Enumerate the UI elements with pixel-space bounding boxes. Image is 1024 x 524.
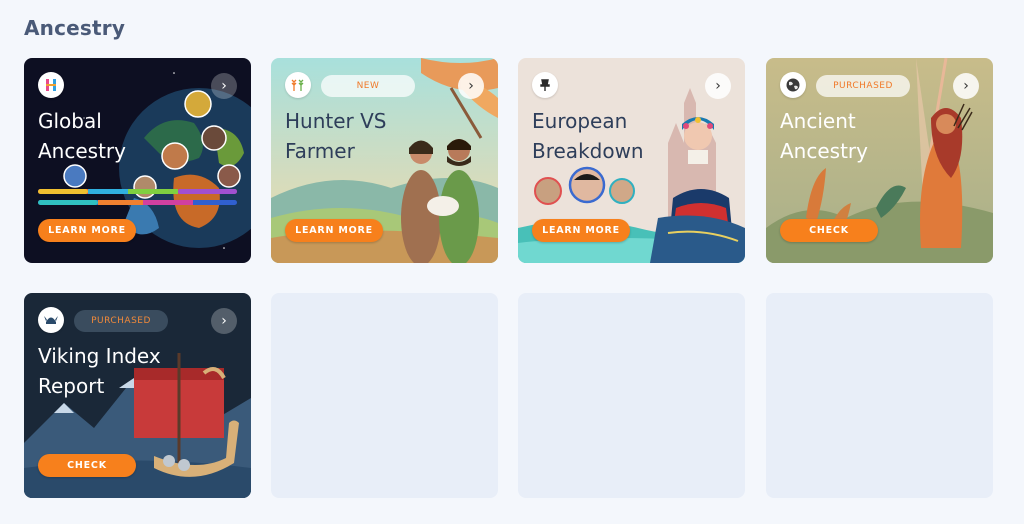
chevron-right-icon[interactable]: ›	[705, 73, 731, 99]
card-title-line1: Ancient	[780, 109, 856, 133]
placeholder-card	[518, 293, 745, 498]
card-title-line2: Ancestry	[780, 139, 868, 163]
card-title-line1: Hunter VS	[285, 109, 387, 133]
card-viking-index-report[interactable]: PURCHASED › Viking Index Report CHECK	[24, 293, 251, 498]
chevron-right-icon[interactable]: ›	[953, 73, 979, 99]
chevron-right-icon[interactable]: ›	[458, 73, 484, 99]
new-badge: NEW	[321, 75, 415, 97]
chevron-right-icon[interactable]: ›	[211, 308, 237, 334]
card-title-line2: Ancestry	[38, 139, 126, 163]
viking-helmet-icon	[38, 307, 64, 333]
section-title: Ancestry	[24, 16, 126, 40]
placeholder-card	[766, 293, 993, 498]
card-european-breakdown[interactable]: › European Breakdown LEARN MORE	[518, 58, 745, 263]
card-title-line1: European	[532, 109, 628, 133]
card-title-line1: Global	[38, 109, 102, 133]
pin-icon	[532, 72, 558, 98]
wheat-icon	[285, 72, 311, 98]
card-title-line2: Farmer	[285, 139, 355, 163]
check-button[interactable]: CHECK	[38, 454, 136, 477]
purchased-badge: PURCHASED	[74, 310, 168, 332]
h-stripes-icon	[38, 72, 64, 98]
card-title: Viking Index Report	[38, 341, 238, 401]
card-title-line2: Breakdown	[532, 139, 644, 163]
purchased-badge: PURCHASED	[816, 75, 910, 97]
check-button[interactable]: CHECK	[780, 219, 878, 242]
learn-more-button[interactable]: LEARN MORE	[38, 219, 136, 242]
globe-icon	[780, 72, 806, 98]
card-hunter-vs-farmer[interactable]: NEW › Hunter VS Farmer LEARN MORE	[271, 58, 498, 263]
card-ancient-ancestry[interactable]: PURCHASED › Ancient Ancestry CHECK	[766, 58, 993, 263]
learn-more-button[interactable]: LEARN MORE	[285, 219, 383, 242]
chevron-right-icon[interactable]: ›	[211, 73, 237, 99]
card-title-line2: Report	[38, 374, 105, 398]
learn-more-button[interactable]: LEARN MORE	[532, 219, 630, 242]
card-title: Global Ancestry	[38, 106, 238, 166]
card-title: Hunter VS Farmer	[285, 106, 485, 166]
card-title: European Breakdown	[532, 106, 732, 166]
card-global-ancestry[interactable]: › Global Ancestry LEARN MORE	[24, 58, 251, 263]
card-title: Ancient Ancestry	[780, 106, 980, 166]
placeholder-card	[271, 293, 498, 498]
card-title-line1: Viking Index	[38, 344, 161, 368]
